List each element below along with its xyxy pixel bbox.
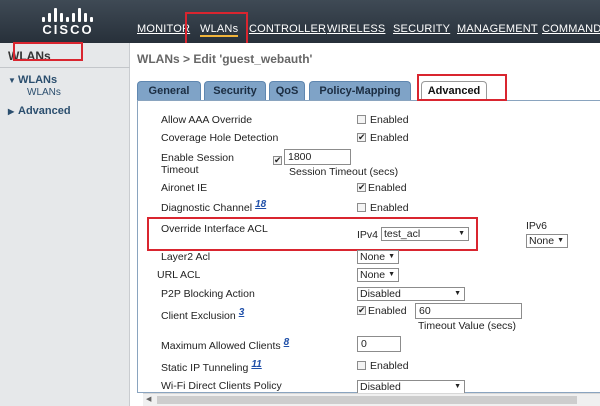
diagnostic-channel-text: Diagnostic Channel [161,202,253,214]
nav-commands[interactable]: COMMANDS [542,23,600,35]
sidebar: WLANs ▼ WLANs WLANs ▶ Advanced [0,43,130,406]
diagnostic-channel-enabled-text: Enabled [370,202,409,214]
footnote-link[interactable]: 18 [255,199,266,210]
coverage-hole-label: Coverage Hole Detection [161,132,279,144]
scrollbar-thumb[interactable] [157,396,577,404]
static-ip-tunneling-text: Static IP Tunneling [161,362,249,374]
tab-security[interactable]: Security [204,81,266,100]
url-acl-value: None [360,269,386,281]
top-bar: CISCO MONITOR WLANs CONTROLLER WIRELESS … [0,0,600,43]
dropdown-arrow-icon: ▼ [454,290,461,297]
dropdown-arrow-icon: ▼ [454,383,461,390]
ipv6-acl-select[interactable]: None ▼ [526,234,568,248]
session-timeout-label-line1: Enable Session [161,152,234,164]
static-ip-tunneling-checkbox[interactable] [357,361,366,370]
allow-aaa-checkbox[interactable] [357,115,366,124]
wifi-direct-select[interactable]: Disabled ▼ [357,380,465,394]
nav-controller[interactable]: CONTROLLER [249,23,326,35]
url-acl-label: URL ACL [157,269,201,281]
tab-qos[interactable]: QoS [269,81,305,100]
cisco-logo: CISCO [38,6,98,38]
sidebar-item-label: WLANs [18,74,58,86]
dropdown-arrow-icon: ▼ [388,253,395,260]
client-exclusion-checkbox[interactable]: ✔ [357,306,366,315]
coverage-hole-enabled-text: Enabled [370,132,409,144]
sidebar-item-label: Advanced [18,105,71,117]
wifi-direct-value: Disabled [360,381,401,393]
url-acl-select[interactable]: None ▼ [357,268,399,282]
allow-aaa-enabled-text: Enabled [370,114,409,126]
tab-advanced-highlight-box [417,74,507,101]
client-exclusion-label: Client Exclusion 3 [161,307,245,322]
scroll-left-arrow-icon[interactable]: ◀ [146,394,151,406]
allow-aaa-label: Allow AAA Override [161,114,253,126]
p2p-blocking-label: P2P Blocking Action [161,288,255,300]
client-exclusion-timeout-input[interactable]: 60 [415,303,522,319]
p2p-blocking-select[interactable]: Disabled ▼ [357,287,465,301]
sidebar-divider [0,67,130,68]
nav-wireless[interactable]: WIRELESS [327,23,385,35]
nav-management[interactable]: MANAGEMENT [457,23,538,35]
ipv6-label: IPv6 [526,220,548,232]
dropdown-arrow-icon: ▼ [557,237,564,244]
session-timeout-caption: Session Timeout (secs) [289,166,399,178]
sidebar-subitem-wlans[interactable]: WLANs [27,87,61,98]
caret-down-icon: ▼ [8,76,16,85]
max-clients-label: Maximum Allowed Clients 8 [161,337,290,352]
session-timeout-label-line2: Timeout [161,164,199,176]
diagnostic-channel-checkbox[interactable] [357,203,366,212]
coverage-hole-checkbox[interactable]: ✔ [357,133,366,142]
layer2-acl-select[interactable]: None ▼ [357,250,399,264]
max-clients-input[interactable]: 0 [357,336,401,352]
aironet-ie-label: Aironet IE [161,182,208,194]
nav-security[interactable]: SECURITY [393,23,450,35]
caret-right-icon: ▶ [8,107,15,116]
footnote-link[interactable]: 8 [284,337,290,348]
client-exclusion-caption: Timeout Value (secs) [418,320,517,332]
sidebar-item-wlans[interactable]: ▼ WLANs [8,74,57,86]
footnote-link[interactable]: 11 [251,359,261,370]
override-acl-highlight-box [147,217,478,251]
max-clients-text: Maximum Allowed Clients [161,340,281,352]
cisco-logo-text: CISCO [42,22,94,37]
layer2-acl-label: Layer2 Acl [161,251,211,263]
session-timeout-input[interactable]: 1800 [284,149,351,165]
layer2-acl-value: None [360,251,386,263]
wifi-direct-label: Wi-Fi Direct Clients Policy [161,380,282,392]
cisco-bars-icon [42,6,94,22]
p2p-blocking-value: Disabled [360,288,401,300]
static-ip-tunneling-label: Static IP Tunneling 11 [161,359,262,374]
breadcrumb: WLANs > Edit 'guest_webauth' [137,52,313,66]
aironet-ie-checkbox[interactable]: ✔ [357,183,366,192]
tab-policy-mapping[interactable]: Policy-Mapping [309,81,411,100]
ipv6-acl-value: None [529,235,555,247]
session-timeout-checkbox[interactable]: ✔ [273,156,282,165]
sidebar-item-advanced[interactable]: ▶ Advanced [8,105,71,117]
client-exclusion-text: Client Exclusion [161,310,236,322]
tab-general[interactable]: General [137,81,201,100]
footnote-link[interactable]: 3 [239,307,245,318]
aironet-ie-enabled-text: Enabled [368,182,407,194]
dropdown-arrow-icon: ▼ [388,271,395,278]
client-exclusion-enabled-text: Enabled [368,305,407,317]
nav-wlans-highlight-box [185,12,248,47]
sidebar-wlans-highlight-box [13,42,83,61]
diagnostic-channel-label: Diagnostic Channel 18 [161,199,266,214]
nav-monitor[interactable]: MONITOR [137,23,190,35]
static-ip-tunneling-enabled-text: Enabled [370,360,409,372]
horizontal-scrollbar[interactable]: ◀ [143,393,600,406]
